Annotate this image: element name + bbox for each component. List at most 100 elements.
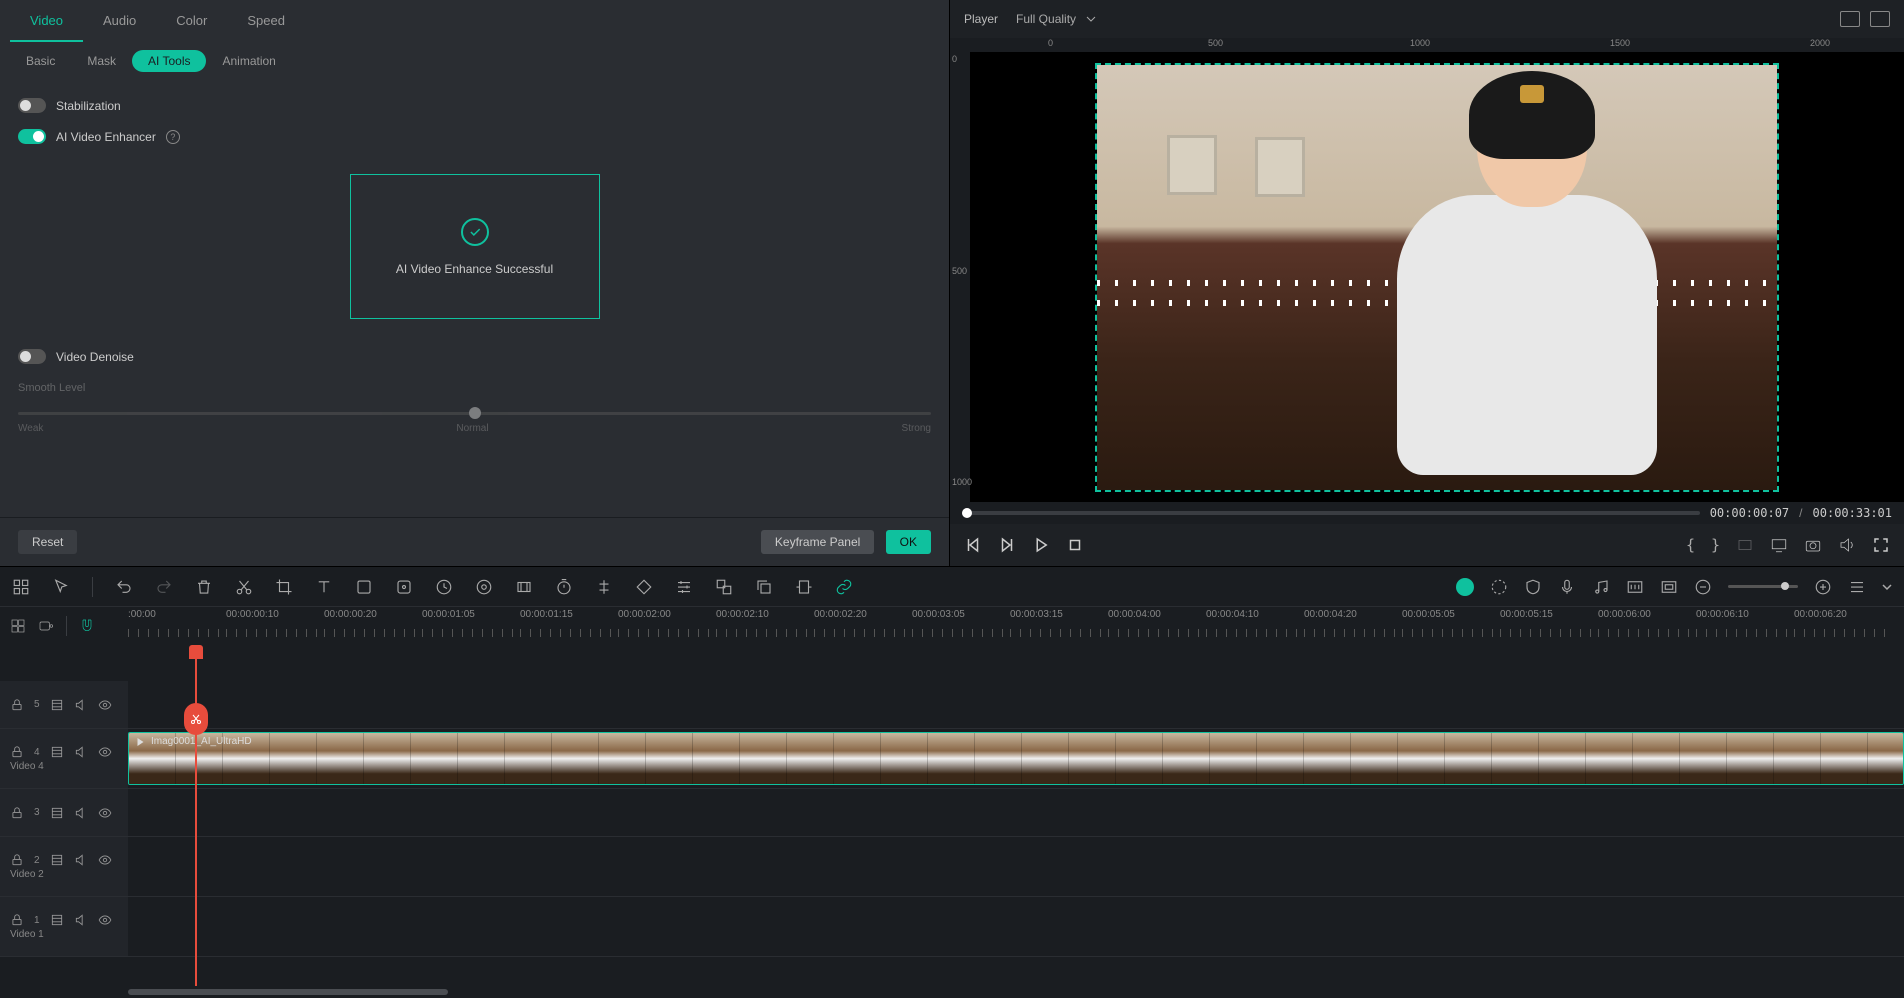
ok-button[interactable]: OK [886,530,931,554]
track-4-content[interactable]: Imag0001_AI_UltraHD [128,729,1904,788]
lock-icon[interactable] [10,853,24,867]
time-ruler[interactable]: :00:0000:00:00:1000:00:00:2000:00:01:050… [128,607,1904,645]
snapshot-view-icon[interactable] [1870,11,1890,27]
tab-speed[interactable]: Speed [227,0,305,42]
mute-icon[interactable] [74,745,88,759]
mute-icon[interactable] [74,913,88,927]
keyframe-icon[interactable] [635,578,653,596]
magnet-icon[interactable] [79,618,95,634]
canvas[interactable] [970,52,1904,502]
filmstrip-icon[interactable] [50,698,64,712]
video-frame[interactable] [1097,65,1777,490]
green-marker-icon[interactable] [1456,578,1474,596]
trim-icon[interactable] [795,578,813,596]
eye-icon[interactable] [98,853,112,867]
horizontal-scrollbar[interactable] [0,986,1904,998]
th-record-icon[interactable] [38,618,54,634]
volume-icon[interactable] [1838,536,1856,554]
safe-zone-icon[interactable] [1660,578,1678,596]
ratio-icon[interactable] [1736,536,1754,554]
filmstrip-icon[interactable] [50,853,64,867]
keyframe-panel-button[interactable]: Keyframe Panel [761,530,874,554]
eye-icon[interactable] [98,913,112,927]
mark-in-icon[interactable]: { [1686,536,1695,554]
tab-video[interactable]: Video [10,0,83,42]
adjust-icon[interactable] [675,578,693,596]
subtab-animation[interactable]: Animation [206,50,291,72]
video-clip[interactable]: Imag0001_AI_UltraHD [128,732,1904,785]
sticker-icon[interactable] [395,578,413,596]
effects-icon[interactable] [515,578,533,596]
eye-icon[interactable] [98,745,112,759]
redo-icon[interactable] [155,578,173,596]
lock-icon[interactable] [10,698,24,712]
grid-icon[interactable] [12,578,30,596]
mark-out-icon[interactable]: } [1711,536,1720,554]
denoise-toggle[interactable] [18,349,46,364]
shield-icon[interactable] [1524,578,1542,596]
speed-icon[interactable] [435,578,453,596]
th-grid-icon[interactable] [10,618,26,634]
fullscreen-icon[interactable] [1872,536,1890,554]
mute-icon[interactable] [74,698,88,712]
zoom-out-icon[interactable] [1694,578,1712,596]
music-icon[interactable] [1592,578,1610,596]
chevron-down-icon[interactable] [1882,582,1892,592]
compare-view-icon[interactable] [1840,11,1860,27]
eye-icon[interactable] [98,698,112,712]
lock-icon[interactable] [10,913,24,927]
mute-icon[interactable] [74,853,88,867]
render-icon[interactable] [1490,578,1508,596]
link-icon[interactable] [835,578,853,596]
mic-icon[interactable] [1558,578,1576,596]
filmstrip-icon[interactable] [50,745,64,759]
lock-icon[interactable] [10,745,24,759]
track-3-content[interactable] [128,789,1904,836]
zoom-slider[interactable] [1728,585,1798,588]
help-icon[interactable]: ? [166,130,180,144]
smooth-slider[interactable] [18,412,931,415]
track-5-content[interactable] [128,681,1904,728]
crop-icon[interactable] [275,578,293,596]
subtab-mask[interactable]: Mask [71,50,132,72]
quality-select[interactable]: Full Quality [1016,12,1096,26]
track-1-content[interactable] [128,897,1904,956]
timeline-toolbar [0,567,1904,607]
group-icon[interactable] [715,578,733,596]
prev-frame-icon[interactable] [964,536,982,554]
undo-icon[interactable] [115,578,133,596]
align-icon[interactable] [595,578,613,596]
slider-weak: Weak [18,423,43,434]
reset-button[interactable]: Reset [18,530,77,554]
text-icon[interactable] [315,578,333,596]
progress-slider[interactable] [962,511,1700,515]
color-icon[interactable] [475,578,493,596]
enhance-status-box: AI Video Enhance Successful [350,174,600,319]
tab-color[interactable]: Color [156,0,227,42]
play-forward-icon[interactable] [998,536,1016,554]
delete-icon[interactable] [195,578,213,596]
mute-icon[interactable] [74,806,88,820]
subtab-aitools[interactable]: AI Tools [132,50,206,72]
copy-icon[interactable] [755,578,773,596]
eye-icon[interactable] [98,806,112,820]
zoom-in-icon[interactable] [1814,578,1832,596]
cut-icon[interactable] [235,578,253,596]
enhancer-toggle[interactable] [18,129,46,144]
shape-icon[interactable] [355,578,373,596]
mixer-icon[interactable] [1626,578,1644,596]
list-icon[interactable] [1848,578,1866,596]
camera-icon[interactable] [1804,536,1822,554]
lock-icon[interactable] [10,806,24,820]
subtab-basic[interactable]: Basic [10,50,71,72]
track-2-content[interactable] [128,837,1904,896]
stop-icon[interactable] [1066,536,1084,554]
play-icon[interactable] [1032,536,1050,554]
tab-audio[interactable]: Audio [83,0,156,42]
filmstrip-icon[interactable] [50,913,64,927]
filmstrip-icon[interactable] [50,806,64,820]
pointer-icon[interactable] [52,578,70,596]
display-icon[interactable] [1770,536,1788,554]
timer-icon[interactable] [555,578,573,596]
stabilization-toggle[interactable] [18,98,46,113]
